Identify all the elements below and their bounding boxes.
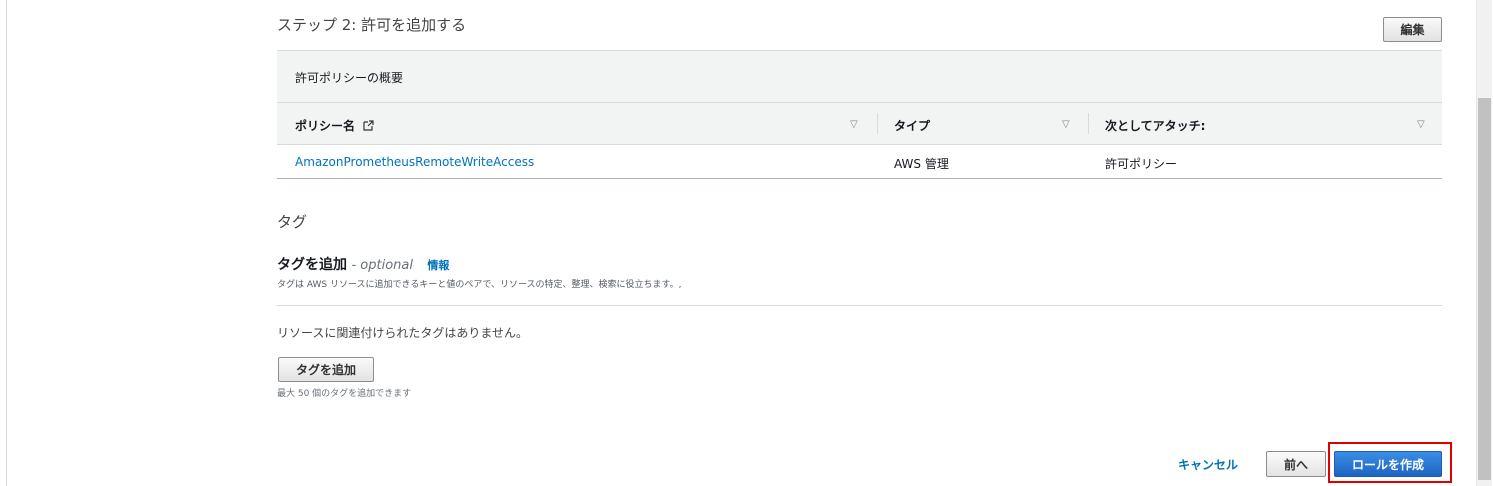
- tags-description: タグは AWS リソースに追加できるキーと値のペアで、リソースの特定、整理、検索…: [277, 280, 682, 290]
- sort-caret-icon[interactable]: ▽: [850, 119, 858, 130]
- tags-heading: タグ: [277, 213, 308, 231]
- page-frame-border: [6, 0, 7, 486]
- external-link-icon: [363, 120, 374, 131]
- policy-attached-as: 許可ポリシー: [1105, 157, 1178, 171]
- policy-summary-label: 許可ポリシーの概要: [295, 71, 404, 85]
- create-role-button[interactable]: ロールを作成: [1334, 451, 1442, 477]
- add-tag-button[interactable]: タグを追加: [278, 357, 374, 382]
- add-tags-title: タグを追加 - optional 情報: [277, 254, 449, 274]
- policy-summary-header: 許可ポリシーの概要: [277, 51, 1442, 103]
- max-tags-hint: 最大 50 個のタグを追加できます: [277, 389, 412, 399]
- sort-caret-icon[interactable]: ▽: [1417, 119, 1425, 130]
- column-header-type[interactable]: タイプ: [894, 117, 930, 134]
- column-divider: [1088, 113, 1089, 134]
- add-tags-label: タグを追加: [277, 257, 347, 273]
- table-header: ポリシー名 ▽ タイプ ▽ 次としてアタッチ: ▽: [277, 103, 1442, 145]
- edit-button[interactable]: 編集: [1383, 17, 1442, 42]
- policy-name-link[interactable]: AmazonPrometheusRemoteWriteAccess: [295, 155, 534, 169]
- column-header-attached-as[interactable]: 次としてアタッチ:: [1105, 117, 1205, 134]
- section-divider: [277, 305, 1442, 306]
- vertical-scrollbar[interactable]: [1476, 0, 1492, 486]
- scrollbar-thumb[interactable]: [1478, 98, 1491, 480]
- table-row: AmazonPrometheusRemoteWriteAccess AWS 管理…: [277, 145, 1442, 179]
- column-divider: [877, 113, 878, 134]
- no-tags-text: リソースに関連付けられたタグはありません。: [277, 326, 529, 340]
- policy-type: AWS 管理: [894, 157, 949, 171]
- column-header-policy-name[interactable]: ポリシー名: [295, 117, 374, 134]
- back-button[interactable]: 前へ: [1266, 451, 1326, 477]
- info-link[interactable]: 情報: [427, 259, 449, 272]
- step-title: ステップ 2: 許可を追加する: [277, 16, 467, 34]
- sort-caret-icon[interactable]: ▽: [1062, 119, 1070, 130]
- policy-summary-table: 許可ポリシーの概要 ポリシー名 ▽ タイプ ▽ 次としてアタッチ: ▽ Amaz…: [277, 50, 1442, 179]
- optional-label: - optional: [351, 258, 413, 273]
- cancel-link[interactable]: キャンセル: [1178, 456, 1238, 473]
